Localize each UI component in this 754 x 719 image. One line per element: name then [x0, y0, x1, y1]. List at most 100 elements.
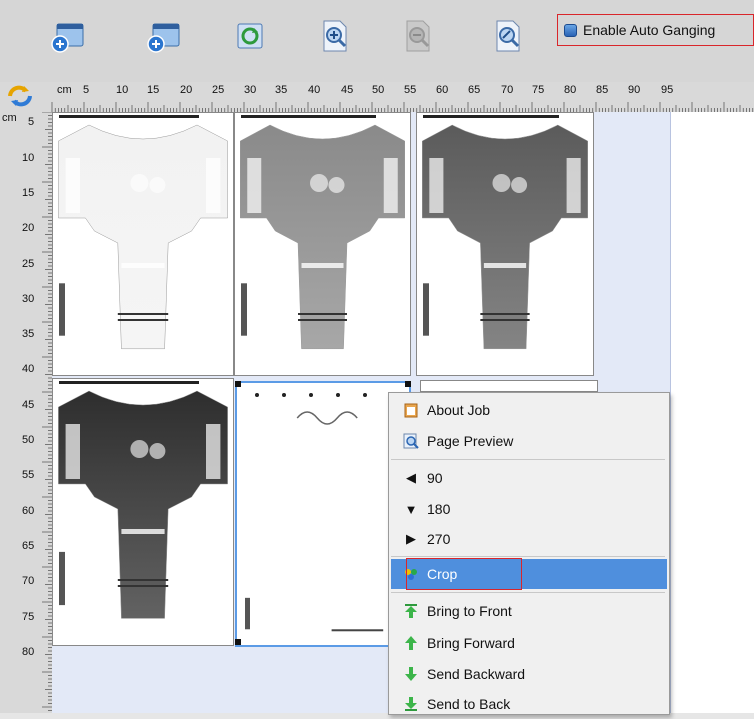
checkbox-checked-icon[interactable]: [564, 23, 577, 37]
zoom-fit-button[interactable]: [485, 14, 529, 58]
ruler-tick-label: 20: [22, 222, 35, 234]
ruler-unit-label: cm: [57, 84, 72, 96]
add-job-button[interactable]: [46, 14, 90, 58]
job-card-3[interactable]: [416, 112, 594, 376]
horizontal-ruler: cm 5 10 15 20 25 30 35 40 45 50 55 60 65…: [0, 82, 754, 112]
zoom-out-button[interactable]: [395, 14, 439, 58]
menu-item-rotate-180[interactable]: ▼ 180: [395, 494, 663, 524]
ruler-tick-label: 55: [22, 469, 35, 481]
refresh-button[interactable]: [228, 14, 272, 58]
menu-separator: [391, 556, 665, 557]
ruler-tick-label: 30: [244, 84, 257, 96]
ruler-tick-label: 5: [28, 116, 35, 128]
ruler-tick-label: 65: [468, 84, 481, 96]
refresh-icon: [237, 23, 263, 49]
ruler-tick-label: 25: [212, 84, 225, 96]
ruler-tick-label: 25: [22, 258, 35, 270]
zoom-out-icon: [406, 20, 430, 52]
add-job-alt-button[interactable]: [142, 14, 186, 58]
ruler-tick-label: 15: [22, 187, 35, 199]
ruler-tick-label: 70: [22, 575, 35, 587]
menu-item-rotate-270[interactable]: ▶ 270: [395, 524, 663, 554]
tshirt-artwork-image: [245, 393, 394, 632]
ruler-tick-label: 90: [628, 84, 641, 96]
menu-item-label: Page Preview: [427, 433, 514, 449]
auto-ganging-label: Enable Auto Ganging: [583, 22, 716, 38]
add-template-icon: [147, 23, 180, 53]
arrow-left-icon: ◀: [406, 470, 416, 485]
magnifier-icon: [403, 433, 419, 449]
ruler-tick-label: 40: [308, 84, 321, 96]
menu-item-label: Send Backward: [427, 666, 526, 682]
zoom-fit-icon: [496, 20, 520, 52]
menu-item-label: Send to Back: [427, 696, 511, 712]
ruler-tick-label: 75: [532, 84, 545, 96]
clipboard-icon: [403, 402, 419, 418]
ruler-tick-label: 45: [341, 84, 354, 96]
bring-forward-icon: [403, 635, 419, 651]
menu-item-label: 180: [427, 501, 451, 517]
menu-item-rotate-90[interactable]: ◀ 90: [395, 463, 663, 493]
ruler-tick-label: 65: [22, 540, 35, 552]
ruler-tick-label: 15: [147, 84, 160, 96]
send-to-back-icon: [403, 696, 419, 712]
menu-item-about-job[interactable]: About Job: [395, 395, 663, 425]
zoom-in-button[interactable]: [312, 14, 356, 58]
ruler-tick-label: 45: [22, 399, 35, 411]
job-card-6[interactable]: [420, 380, 598, 392]
menu-item-label: Bring Forward: [427, 635, 515, 651]
menu-item-label: Bring to Front: [427, 603, 512, 619]
menu-item-label: 90: [427, 470, 443, 486]
selection-handle[interactable]: [235, 381, 241, 387]
zoom-in-icon: [323, 20, 347, 52]
tshirt-artwork-image: [422, 115, 588, 350]
ruler-tick-label: 40: [22, 363, 35, 375]
menu-item-label: About Job: [427, 402, 491, 418]
ruler-tick-label: 50: [372, 84, 385, 96]
menu-item-bring-forward[interactable]: Bring Forward: [395, 628, 663, 658]
menu-item-page-preview[interactable]: Page Preview: [395, 426, 663, 456]
ruler-tick-label: 20: [180, 84, 193, 96]
tshirt-artwork-image: [58, 115, 228, 350]
menu-item-send-backward[interactable]: Send Backward: [395, 659, 663, 689]
menu-item-bring-to-front[interactable]: Bring to Front: [395, 596, 663, 626]
menu-item-label: 270: [427, 531, 451, 547]
tshirt-artwork-image: [240, 115, 405, 350]
menu-separator: [391, 459, 665, 460]
arrow-down-icon: ▼: [404, 501, 418, 517]
ruler-tick-label: 35: [275, 84, 288, 96]
job-card-4[interactable]: [52, 378, 234, 646]
bring-to-front-icon: [403, 603, 419, 619]
ruler-reset-icon[interactable]: [6, 83, 34, 109]
ruler-tick-label: 35: [22, 328, 35, 340]
ruler-tick-label: 60: [436, 84, 449, 96]
add-job-icon: [51, 23, 84, 53]
selection-handle[interactable]: [405, 381, 411, 387]
ruler-tick-label: 30: [22, 293, 35, 305]
ruler-tick-label: 70: [501, 84, 514, 96]
ruler-unit-label: cm: [2, 112, 17, 124]
job-card-1[interactable]: [52, 112, 234, 376]
vertical-ruler: cm 5 10 15 20 25 30 35 40 45 50 55 60 65…: [0, 112, 52, 713]
ruler-tick-label: 75: [22, 611, 35, 623]
ruler-tick-label: 5: [83, 84, 90, 96]
arrow-right-icon: ▶: [406, 531, 416, 546]
context-menu: About Job Page Preview ◀ 90 ▼ 180 ▶ 270 …: [388, 392, 670, 715]
job-card-2[interactable]: [234, 112, 411, 376]
auto-ganging-checkbox[interactable]: Enable Auto Ganging: [557, 14, 754, 46]
job-card-5-selected[interactable]: [235, 381, 411, 647]
ruler-tick-label: 50: [22, 434, 35, 446]
tshirt-artwork-image: [58, 381, 228, 619]
ruler-tick-label: 10: [116, 84, 129, 96]
crop-highlight-box: [406, 558, 522, 590]
ruler-tick-label: 85: [596, 84, 609, 96]
send-backward-icon: [403, 666, 419, 682]
selection-handle[interactable]: [235, 639, 241, 645]
ruler-tick-label: 95: [661, 84, 674, 96]
menu-item-send-to-back[interactable]: Send to Back: [395, 689, 663, 719]
ruler-tick-label: 10: [22, 152, 35, 164]
toolbar: Enable Auto Ganging: [0, 0, 754, 83]
ruler-tick-label: 80: [564, 84, 577, 96]
ruler-tick-label: 80: [22, 646, 35, 658]
ruler-tick-label: 60: [22, 505, 35, 517]
